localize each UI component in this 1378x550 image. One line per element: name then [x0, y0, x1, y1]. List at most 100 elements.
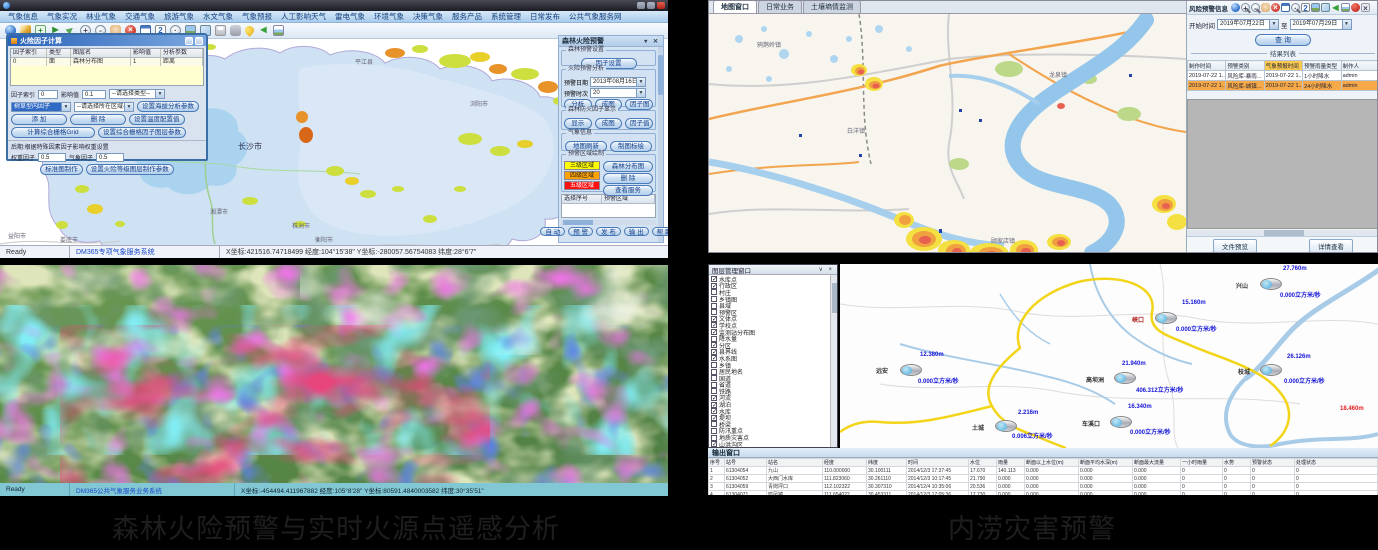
end-date-select[interactable]: 2019年07月29日▼ [1290, 19, 1352, 30]
layer-checkbox[interactable] [711, 395, 717, 401]
menu-item[interactable]: 雷电气象 [335, 11, 365, 22]
layer-checkbox[interactable] [711, 349, 717, 355]
display-button[interactable]: 显示 [564, 118, 592, 129]
factor-select[interactable]: 树草型内因子▼ [11, 102, 71, 112]
menu-item[interactable]: 决策气象 [413, 11, 443, 22]
panel-action-button[interactable]: 自 动 [540, 227, 565, 236]
output-row[interactable]: 361304059青岗坪口112.10232230.307310 2014/12… [709, 483, 1378, 491]
menu-item[interactable]: 系统管理 [491, 11, 521, 22]
temperature-config-button[interactable]: 设置温度配置值 [129, 114, 185, 125]
layer-checkbox[interactable] [711, 362, 717, 368]
layer-checkbox[interactable] [711, 329, 717, 335]
minimize-button[interactable] [637, 2, 645, 9]
close-button[interactable] [657, 2, 665, 9]
warning-region-table[interactable]: 选择序号 预警区域 [561, 194, 656, 218]
display-button[interactable]: 成图 [595, 118, 623, 129]
region-draw-button[interactable]: 查看服务 [603, 185, 653, 196]
layer-scrollbar[interactable] [830, 275, 837, 447]
factor-index-input[interactable]: 0 [38, 90, 58, 99]
layer-checkbox[interactable] [711, 283, 717, 289]
map-tab[interactable]: 地图窗口 [713, 0, 757, 13]
back-icon[interactable] [258, 25, 269, 36]
region-draw-button[interactable]: 删 除 [603, 173, 653, 184]
delete-button[interactable]: 删 除 [70, 114, 126, 125]
menu-item[interactable]: 交通气象 [125, 11, 155, 22]
layer-checkbox[interactable] [711, 375, 717, 381]
type-select[interactable]: --请选择类型--▼ [109, 89, 165, 99]
output-row[interactable]: 161304054九山110.00000030.100111 2014/12/3… [709, 467, 1378, 475]
menu-item[interactable]: 旅游气象 [164, 11, 194, 22]
station-gauge-icon[interactable] [1260, 278, 1282, 290]
layer-checkbox[interactable] [711, 303, 717, 309]
station-gauge-icon[interactable] [1155, 312, 1177, 324]
layer-checkbox[interactable] [711, 316, 717, 322]
layer-checkbox[interactable] [711, 336, 717, 342]
status-system-link[interactable]: DM365专项气象服务系统 [70, 246, 220, 258]
panel-bottom-button[interactable]: 文件预览 [1213, 239, 1257, 253]
zoom-in-icon[interactable] [1241, 3, 1250, 12]
delete-icon[interactable] [1271, 3, 1280, 12]
factor-table[interactable]: 因子索引 类型 图层名 影响值 分析参数 0 面 森林分布图 1 距离 [10, 48, 204, 86]
output-row[interactable]: 261304052大西门水库111.82306030.261110 2014/1… [709, 475, 1378, 483]
panel-action-button[interactable]: 输 出 [624, 227, 649, 236]
zoom-out-icon[interactable] [1251, 3, 1260, 12]
layer-checkbox[interactable] [711, 322, 717, 328]
layer-checkbox[interactable] [711, 369, 717, 375]
print-icon[interactable] [215, 25, 226, 36]
close-icon[interactable] [1361, 3, 1370, 12]
layer-checkbox[interactable] [711, 421, 717, 427]
map-tab[interactable]: 日常业务 [758, 0, 802, 13]
menu-item[interactable]: 气象信息 [8, 11, 38, 22]
result-row[interactable]: 2019-07-22 1...风险库-城镇...2019-07-22 1...2… [1188, 81, 1378, 91]
output-row[interactable]: 461304071鸣凤镇111.65402230.453311 2014/12/… [709, 491, 1378, 496]
chart-icon[interactable] [273, 25, 284, 36]
dialog-titlebar[interactable]: 火险因子计算 [8, 35, 206, 46]
layer-checkbox[interactable] [711, 342, 717, 348]
layer-checkbox[interactable] [711, 428, 717, 434]
chart-icon[interactable] [1341, 3, 1350, 12]
back-icon[interactable] [1331, 3, 1340, 12]
station-gauge-icon[interactable] [900, 364, 922, 376]
panel-pin-close-icons[interactable]: ▾ ✕ [644, 38, 660, 45]
panel-hscrollbar[interactable] [561, 220, 656, 225]
add-button[interactable]: 添 加 [11, 114, 67, 125]
warning-level-chip[interactable]: 五级区域 [564, 181, 600, 190]
display-button[interactable]: 因子值 [625, 118, 653, 129]
region-select[interactable]: --请选择所在区域--▼ [74, 102, 134, 112]
pin-icon[interactable] [243, 24, 256, 37]
panel-scrollbar[interactable] [658, 47, 663, 242]
altitude-params-button[interactable]: 设置海拔分析参数 [137, 101, 199, 112]
layer-checkbox[interactable] [711, 441, 717, 447]
menu-item[interactable]: 人工影响天气 [281, 11, 326, 22]
layer-checkbox[interactable] [711, 276, 717, 282]
hand-icon[interactable] [1261, 3, 1270, 12]
risk-level-params-button[interactable]: 设置火险等级图层制作参数 [86, 164, 174, 175]
layer-checkbox[interactable] [711, 296, 717, 302]
warning-level-chip[interactable]: 三级区域 [564, 161, 600, 170]
result-row[interactable]: 2019-07-22 1...风险库-暴雨...2019-07-22 1...1… [1188, 71, 1378, 81]
layer-panel-buttons[interactable]: ∨ × [818, 266, 834, 273]
layer-row[interactable]: 山洪沟区 [711, 441, 830, 447]
station-map[interactable]: 远安 12.380m 0.000立方米/秒 峡口 15.160m 0.000立方… [840, 264, 1378, 448]
standard-map-button[interactable]: 标准图制作 [40, 164, 83, 175]
panel-bottom-button[interactable]: 详情查看 [1309, 239, 1353, 253]
query-button[interactable]: 查 询 [1255, 34, 1311, 46]
layers-icon[interactable] [1301, 3, 1310, 12]
menu-item[interactable]: 气象预报 [242, 11, 272, 22]
layer-checkbox[interactable] [711, 289, 717, 295]
layer-checkbox[interactable] [711, 415, 717, 421]
warn-time-select[interactable]: 20▼ [590, 88, 646, 98]
layer-checkbox[interactable] [711, 435, 717, 441]
weight1-input[interactable]: 0.5 [38, 153, 66, 162]
station-gauge-icon[interactable] [1260, 364, 1282, 376]
map-tab[interactable]: 土壤墒情监测 [803, 0, 861, 13]
camera-icon[interactable] [230, 25, 241, 36]
menu-item[interactable]: 环境气象 [374, 11, 404, 22]
start-date-select[interactable]: 2019年07月22日▼ [1217, 19, 1279, 30]
menu-item[interactable]: 气象实况 [47, 11, 77, 22]
menu-item[interactable]: 服务产品 [452, 11, 482, 22]
analysis-button[interactable]: 因子图 [625, 99, 653, 110]
menu-item[interactable]: 公共气象服务网 [569, 11, 622, 22]
status-system-link[interactable]: DM365公共气象服务业务系统 [70, 483, 235, 496]
menu-item[interactable]: 水文气象 [203, 11, 233, 22]
